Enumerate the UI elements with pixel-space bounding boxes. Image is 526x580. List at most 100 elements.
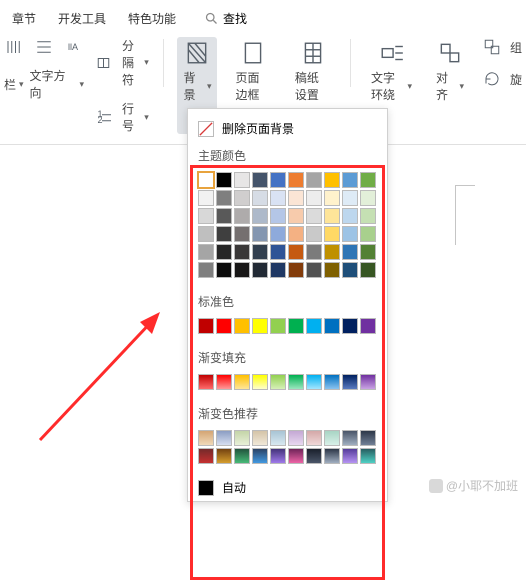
color-swatch[interactable] xyxy=(234,430,250,446)
separator-icon[interactable] xyxy=(96,53,114,73)
color-swatch[interactable] xyxy=(270,448,286,464)
color-swatch[interactable] xyxy=(198,226,214,242)
color-swatch[interactable] xyxy=(360,448,376,464)
columns-label[interactable]: 栏▾ xyxy=(4,67,24,101)
color-swatch[interactable] xyxy=(216,226,232,242)
color-swatch[interactable] xyxy=(270,374,286,390)
color-swatch[interactable] xyxy=(252,226,268,242)
color-swatch[interactable] xyxy=(216,244,232,260)
tab-special[interactable]: 特色功能 xyxy=(126,6,178,31)
color-swatch[interactable] xyxy=(306,226,322,242)
color-swatch[interactable] xyxy=(198,172,214,188)
color-swatch[interactable] xyxy=(288,448,304,464)
color-swatch[interactable] xyxy=(198,262,214,278)
color-swatch[interactable] xyxy=(252,448,268,464)
color-swatch[interactable] xyxy=(306,448,322,464)
color-swatch[interactable] xyxy=(288,190,304,206)
color-swatch[interactable] xyxy=(234,448,250,464)
color-swatch[interactable] xyxy=(234,374,250,390)
color-swatch[interactable] xyxy=(342,318,358,334)
color-swatch[interactable] xyxy=(198,430,214,446)
columns-icon[interactable] xyxy=(4,37,24,57)
color-swatch[interactable] xyxy=(270,172,286,188)
color-swatch[interactable] xyxy=(198,244,214,260)
lines-icon[interactable] xyxy=(34,37,54,57)
color-swatch[interactable] xyxy=(324,374,340,390)
color-swatch[interactable] xyxy=(306,430,322,446)
color-swatch[interactable] xyxy=(342,226,358,242)
color-swatch[interactable] xyxy=(288,244,304,260)
color-swatch[interactable] xyxy=(252,190,268,206)
textdir-icon[interactable]: llA xyxy=(64,37,84,57)
color-swatch[interactable] xyxy=(252,430,268,446)
color-swatch[interactable] xyxy=(270,430,286,446)
color-swatch[interactable] xyxy=(324,208,340,224)
color-swatch[interactable] xyxy=(270,208,286,224)
color-swatch[interactable] xyxy=(216,190,232,206)
color-swatch[interactable] xyxy=(324,172,340,188)
rotate-icon[interactable] xyxy=(482,69,502,89)
color-swatch[interactable] xyxy=(306,172,322,188)
auto-color-item[interactable]: 自动 xyxy=(188,474,387,501)
color-swatch[interactable] xyxy=(306,318,322,334)
color-swatch[interactable] xyxy=(324,448,340,464)
color-swatch[interactable] xyxy=(342,430,358,446)
color-swatch[interactable] xyxy=(252,172,268,188)
color-swatch[interactable] xyxy=(198,190,214,206)
color-swatch[interactable] xyxy=(198,318,214,334)
color-swatch[interactable] xyxy=(288,226,304,242)
color-swatch[interactable] xyxy=(270,262,286,278)
color-swatch[interactable] xyxy=(306,374,322,390)
color-swatch[interactable] xyxy=(342,172,358,188)
color-swatch[interactable] xyxy=(342,244,358,260)
color-swatch[interactable] xyxy=(288,172,304,188)
color-swatch[interactable] xyxy=(234,244,250,260)
color-swatch[interactable] xyxy=(234,208,250,224)
color-swatch[interactable] xyxy=(360,208,376,224)
color-swatch[interactable] xyxy=(306,208,322,224)
color-swatch[interactable] xyxy=(270,244,286,260)
color-swatch[interactable] xyxy=(360,430,376,446)
color-swatch[interactable] xyxy=(234,318,250,334)
color-swatch[interactable] xyxy=(198,448,214,464)
color-swatch[interactable] xyxy=(288,318,304,334)
color-swatch[interactable] xyxy=(270,190,286,206)
color-swatch[interactable] xyxy=(360,374,376,390)
color-swatch[interactable] xyxy=(360,262,376,278)
color-swatch[interactable] xyxy=(306,190,322,206)
color-swatch[interactable] xyxy=(288,374,304,390)
color-swatch[interactable] xyxy=(216,448,232,464)
color-swatch[interactable] xyxy=(252,208,268,224)
color-swatch[interactable] xyxy=(216,172,232,188)
color-swatch[interactable] xyxy=(234,226,250,242)
color-swatch[interactable] xyxy=(342,262,358,278)
color-swatch[interactable] xyxy=(324,226,340,242)
color-swatch[interactable] xyxy=(360,244,376,260)
color-swatch[interactable] xyxy=(234,190,250,206)
color-swatch[interactable] xyxy=(216,374,232,390)
color-swatch[interactable] xyxy=(270,226,286,242)
color-swatch[interactable] xyxy=(252,374,268,390)
color-swatch[interactable] xyxy=(360,226,376,242)
color-swatch[interactable] xyxy=(342,448,358,464)
rotate-label[interactable]: 旋 xyxy=(510,71,522,88)
color-swatch[interactable] xyxy=(288,208,304,224)
color-swatch[interactable] xyxy=(360,172,376,188)
color-swatch[interactable] xyxy=(324,318,340,334)
color-swatch[interactable] xyxy=(252,318,268,334)
color-swatch[interactable] xyxy=(306,244,322,260)
color-swatch[interactable] xyxy=(342,208,358,224)
group-label[interactable]: 组 xyxy=(510,39,522,56)
search-box[interactable]: 查找 xyxy=(204,10,247,27)
tab-devtools[interactable]: 开发工具 xyxy=(56,6,108,31)
lineno-label[interactable]: 行号▾ xyxy=(122,100,149,134)
lineno-icon[interactable]: 12 xyxy=(96,107,114,127)
align-button[interactable]: 对齐▾ xyxy=(430,37,470,134)
textdir-label[interactable]: 文字方向▾ xyxy=(30,67,84,101)
color-swatch[interactable] xyxy=(360,190,376,206)
color-swatch[interactable] xyxy=(270,318,286,334)
color-swatch[interactable] xyxy=(252,262,268,278)
color-swatch[interactable] xyxy=(360,318,376,334)
color-swatch[interactable] xyxy=(234,172,250,188)
tab-chapters[interactable]: 章节 xyxy=(10,6,38,31)
